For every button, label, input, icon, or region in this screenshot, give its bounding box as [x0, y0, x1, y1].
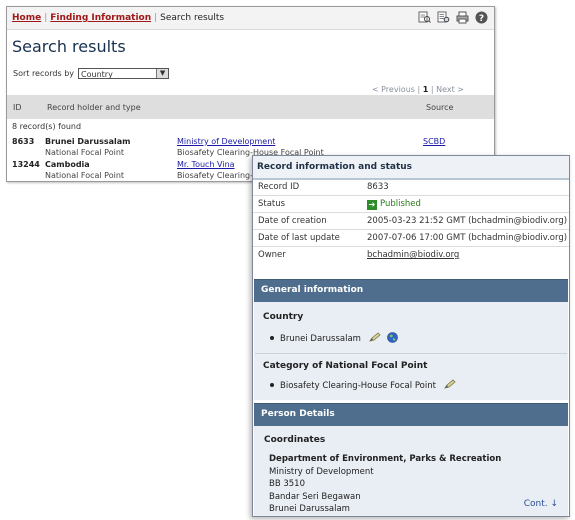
- country-label: Country: [263, 312, 304, 322]
- field-label: Owner: [258, 250, 286, 260]
- field-value: 8633: [367, 182, 389, 192]
- coordinates-label: Coordinates: [264, 435, 326, 445]
- address-line: Department of Environment, Parks & Recre…: [269, 454, 502, 464]
- breadcrumb: Home | Finding Information | Search results: [12, 13, 224, 23]
- general-information-header[interactable]: General information: [254, 279, 568, 302]
- person-details-panel: Coordinates Department of Environment, P…: [254, 426, 568, 516]
- sort-selected-value: Country: [81, 70, 113, 79]
- previous-page-link[interactable]: < Previous: [372, 85, 415, 94]
- breadcrumb-separator: |: [44, 13, 48, 23]
- current-page: 1: [422, 85, 429, 94]
- status-value: ➔ Published: [367, 199, 421, 210]
- pager-separator: |: [417, 85, 421, 94]
- record-holder-name: Cambodia: [45, 160, 90, 169]
- table-header: ID Record holder and type Source: [7, 95, 494, 119]
- page-title: Search results: [12, 37, 126, 56]
- search-records-icon[interactable]: [418, 11, 431, 24]
- category-value: Biosafety Clearing-House Focal Point: [280, 381, 436, 391]
- record-holder-name: Brunei Darussalam: [45, 137, 131, 146]
- bullet-icon: [270, 383, 274, 387]
- records-found-count: 8 record(s) found: [12, 122, 82, 131]
- source-link[interactable]: SCBD: [423, 137, 445, 146]
- print-icon[interactable]: [456, 11, 469, 24]
- category-label: Category of National Focal Point: [263, 361, 428, 371]
- breadcrumb-finding-information-link[interactable]: Finding Information: [50, 13, 151, 23]
- field-label: Status: [258, 199, 286, 209]
- column-header-source[interactable]: Source: [426, 103, 453, 112]
- search-list-icon[interactable]: [437, 11, 450, 24]
- field-label: Date of last update: [258, 233, 340, 243]
- address-line: Brunei Darussalam: [269, 504, 350, 515]
- published-icon: ➔: [367, 200, 377, 210]
- pager-separator: |: [430, 85, 434, 94]
- field-value: 2005-03-23 21:52 GMT (bchadmin@biodiv.or…: [367, 216, 568, 226]
- chevron-down-icon[interactable]: ▼: [156, 69, 169, 78]
- edit-pencil-icon[interactable]: [368, 332, 381, 342]
- record-info-title: Record information and status: [257, 162, 413, 172]
- owner-row: Owner bchadmin@biodiv.org: [253, 246, 569, 263]
- record-id: 13244: [12, 160, 40, 169]
- country-item: Brunei Darussalam: [270, 332, 399, 344]
- record-id-row: Record ID 8633: [253, 178, 569, 196]
- status-row: Status ➔ Published: [253, 195, 569, 213]
- pager: < Previous | 1 | Next >: [372, 85, 464, 94]
- owner-email-link[interactable]: bchadmin@biodiv.org: [367, 250, 459, 260]
- breadcrumb-current: Search results: [160, 13, 225, 23]
- field-label: Date of creation: [258, 216, 327, 226]
- toolbar-icons: ?: [418, 11, 488, 24]
- country-value: Brunei Darussalam: [280, 334, 361, 344]
- general-information-panel: Country Brunei Darussalam Category of Na…: [254, 302, 568, 400]
- section-title: Person Details: [261, 409, 335, 419]
- table-row: 8633 Brunei Darussalam National Focal Po…: [7, 135, 494, 157]
- address-line: Bandar Seri Begawan: [269, 491, 361, 502]
- section-title: General information: [261, 285, 364, 295]
- record-id: 8633: [12, 137, 35, 146]
- continue-link[interactable]: Cont. ↓: [524, 499, 558, 509]
- address-block: Department of Environment, Parks & Recre…: [269, 453, 501, 516]
- sort-row: Sort records by Country ▼: [13, 68, 170, 79]
- address-line: Ministry of Development: [269, 466, 374, 477]
- organization-link[interactable]: Mr. Touch Vina: [177, 160, 235, 169]
- creation-date-row: Date of creation 2005-03-23 21:52 GMT (b…: [253, 212, 569, 230]
- section-divider: [255, 353, 567, 354]
- field-label: Record ID: [258, 182, 300, 192]
- breadcrumb-separator: |: [154, 13, 158, 23]
- bullet-icon: [270, 336, 274, 340]
- svg-text:?: ?: [479, 14, 484, 24]
- sort-select[interactable]: Country ▼: [78, 68, 170, 79]
- record-holder-type: National Focal Point: [45, 148, 125, 157]
- record-holder-type: National Focal Point: [45, 171, 125, 180]
- status-text: Published: [380, 199, 421, 209]
- last-update-row: Date of last update 2007-07-06 17:00 GMT…: [253, 229, 569, 247]
- person-details-header[interactable]: Person Details: [254, 403, 568, 426]
- field-value: 2007-07-06 17:00 GMT (bchadmin@biodiv.or…: [367, 233, 568, 243]
- address-line: BB 3510: [269, 479, 305, 490]
- breadcrumb-bar: Home | Finding Information | Search results …: [7, 7, 494, 30]
- edit-pencil-icon[interactable]: [443, 379, 456, 389]
- organization-detail: Biosafety Clearing-H: [177, 171, 260, 180]
- organization-link[interactable]: Ministry of Development: [177, 137, 275, 146]
- column-header-id[interactable]: ID: [13, 103, 22, 112]
- globe-icon[interactable]: [387, 332, 399, 343]
- next-page-link[interactable]: Next >: [436, 85, 464, 94]
- column-header-holder[interactable]: Record holder and type: [47, 103, 141, 112]
- category-item: Biosafety Clearing-House Focal Point: [270, 379, 456, 391]
- sort-label: Sort records by: [13, 69, 75, 78]
- record-details-window: Record information and status Record ID …: [252, 155, 570, 517]
- breadcrumb-home-link[interactable]: Home: [12, 13, 41, 23]
- record-info-header: Record information and status: [253, 156, 569, 180]
- help-icon[interactable]: ?: [475, 11, 488, 24]
